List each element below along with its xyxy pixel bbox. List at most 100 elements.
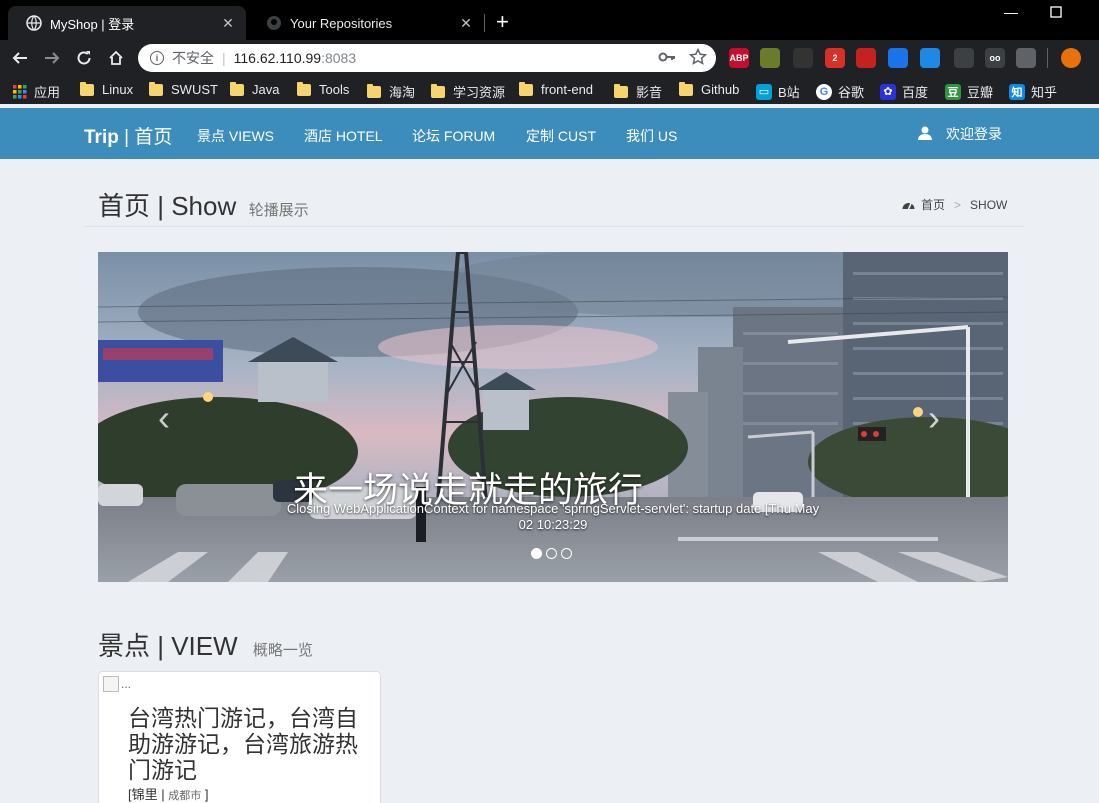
carousel-indicators [531,548,572,559]
bookmark-swust[interactable]: SWUST [149,81,218,97]
back-arrow-icon[interactable] [10,48,30,68]
dashboard-icon [902,199,915,211]
extension-icon-4[interactable]: 2 [825,48,845,68]
card-image-broken: ... [103,676,131,692]
carousel-caption-body: Closing WebApplicationContext for namesp… [286,501,820,532]
pdf-icon[interactable] [856,48,876,68]
bookmark-label: Github [701,82,740,97]
site-navbar: Trip | 首页 景点 VIEWS 酒店 HOTEL 论坛 FORUM 定制 … [0,108,1099,159]
brand-bold: Trip [84,127,119,148]
nav-item-forum[interactable]: 论坛 FORUM [412,126,495,146]
maximize-icon[interactable] [1050,5,1062,21]
extension-badge: 2 [832,53,838,63]
bookmark-front-end[interactable]: front-end [519,81,593,97]
carousel-prev-icon[interactable]: ‹ [158,400,170,436]
breadcrumb-current: SHOW [970,197,1008,212]
card-city: 成都市 [168,790,202,802]
close-tab-icon[interactable]: ✕ [220,15,236,32]
vue-icon[interactable] [1016,48,1036,68]
extension-icon-8[interactable] [954,48,974,68]
bookmark-知乎[interactable]: 知知乎 [1009,82,1057,101]
bookmark-tools[interactable]: Tools [297,81,349,97]
address-bar[interactable]: i 不安全 | 116.62.110.99:8083 [138,44,716,72]
tab-title: Your Repositories [290,15,393,31]
tab-your-repositories[interactable]: Your Repositories ✕ [248,6,484,40]
minimize-icon[interactable]: — [1004,4,1018,20]
carousel-next-icon[interactable]: › [928,400,940,436]
carousel-indicator-1[interactable] [531,548,542,559]
header-divider [84,226,1024,227]
brand-link[interactable]: Trip | 首页 [84,122,172,149]
profile-avatar[interactable] [1061,48,1081,68]
folder-icon [80,81,94,96]
close-tab-icon[interactable]: ✕ [458,15,474,32]
folder-icon [614,83,628,98]
bookmark-linux[interactable]: Linux [80,81,134,97]
bookmark-label: 应用 [34,85,61,100]
bookmark-label: 百度 [902,85,929,100]
bookmark-b站[interactable]: ▭ B站 [756,82,800,101]
extension-badge: oo [989,53,1001,63]
bookmark-java[interactable]: Java [230,81,280,97]
bookmark-label: Java [252,82,280,97]
page-subtitle: 轮播展示 [248,202,309,219]
address-divider: | [222,50,226,66]
bookmark-谷歌[interactable]: G 谷歌 [816,82,864,101]
folder-icon [297,81,311,96]
adblock-plus-icon[interactable]: ABP [729,48,749,68]
tab-divider [484,14,485,32]
bookmark-应用[interactable]: 应用 [12,82,60,101]
extension-icon-7[interactable] [920,48,940,68]
new-tab-button[interactable]: + [496,11,509,33]
home-icon[interactable] [106,48,126,68]
tab-myshop[interactable]: MyShop | 登录 ✕ [8,6,246,40]
address-port: :8083 [321,50,357,66]
extension-icon-9[interactable]: oo [985,48,1005,68]
breadcrumb: 首页 > SHOW [902,196,1007,213]
nav-item-cust[interactable]: 定制 CUST [526,126,596,146]
reload-icon[interactable] [74,48,94,68]
diamond-icon[interactable] [888,48,908,68]
bookmark-豆瓣[interactable]: 豆豆瓣 [945,82,993,101]
view-card[interactable]: ... 台湾热门游记，台湾自助游游记，台湾旅游热门游记 [锦里 | 成都市 ] [98,671,381,803]
card-location-open: [锦里 | [128,787,169,802]
forward-arrow-icon[interactable] [42,48,62,68]
carousel-indicator-3[interactable] [561,548,572,559]
extension-icon-3[interactable] [793,48,813,68]
brand-sep: | [118,127,135,148]
bookmark-海淘[interactable]: 海淘 [367,82,415,101]
breadcrumb-separator: > [954,197,962,212]
bookmark-star-icon[interactable] [688,47,708,70]
key-icon[interactable] [658,48,676,70]
extension-icon-2[interactable] [760,48,780,68]
folder-icon [149,81,163,96]
carousel-indicator-2[interactable] [546,548,557,559]
breadcrumb-home[interactable]: 首页 [921,196,945,213]
nav-item-us[interactable]: 我们 US [626,126,677,146]
bookmark-label: 影音 [636,85,663,100]
bookmark-学习资源[interactable]: 学习资源 [431,82,505,101]
info-icon[interactable]: i [150,51,164,65]
bookmark-label: 谷歌 [838,85,865,100]
nav-item-views[interactable]: 景点 VIEWS [197,126,274,146]
bookmark-影音[interactable]: 影音 [614,82,662,101]
page-header: 首页 | Show 轮播展示 [98,186,1024,223]
page-title: 首页 | Show [98,191,237,221]
tab-strip: MyShop | 登录 ✕ Your Repositories ✕ + — [0,0,1099,40]
bookmark-label: Linux [102,82,134,97]
folder-icon [230,81,244,96]
login-link[interactable]: 欢迎登录 [918,124,1002,144]
zhihu-icon: 知 [1009,83,1025,100]
folder-icon [519,81,533,96]
card-location: [锦里 | 成都市 ] [128,784,208,803]
bookmark-label: B站 [778,85,800,100]
bookmark-百度[interactable]: ✿ 百度 [880,82,928,101]
card-location-close: ] [201,787,209,802]
bookmark-label: 豆瓣 [967,85,994,100]
bookmark-github[interactable]: Github [679,81,740,97]
nav-item-hotel[interactable]: 酒店 HOTEL [304,126,383,146]
bookmark-label: 知乎 [1031,85,1058,100]
card-title[interactable]: 台湾热门游记，台湾自助游游记，台湾旅游热门游记 [128,705,358,783]
security-label: 不安全 [172,50,214,66]
folder-icon [679,81,693,96]
